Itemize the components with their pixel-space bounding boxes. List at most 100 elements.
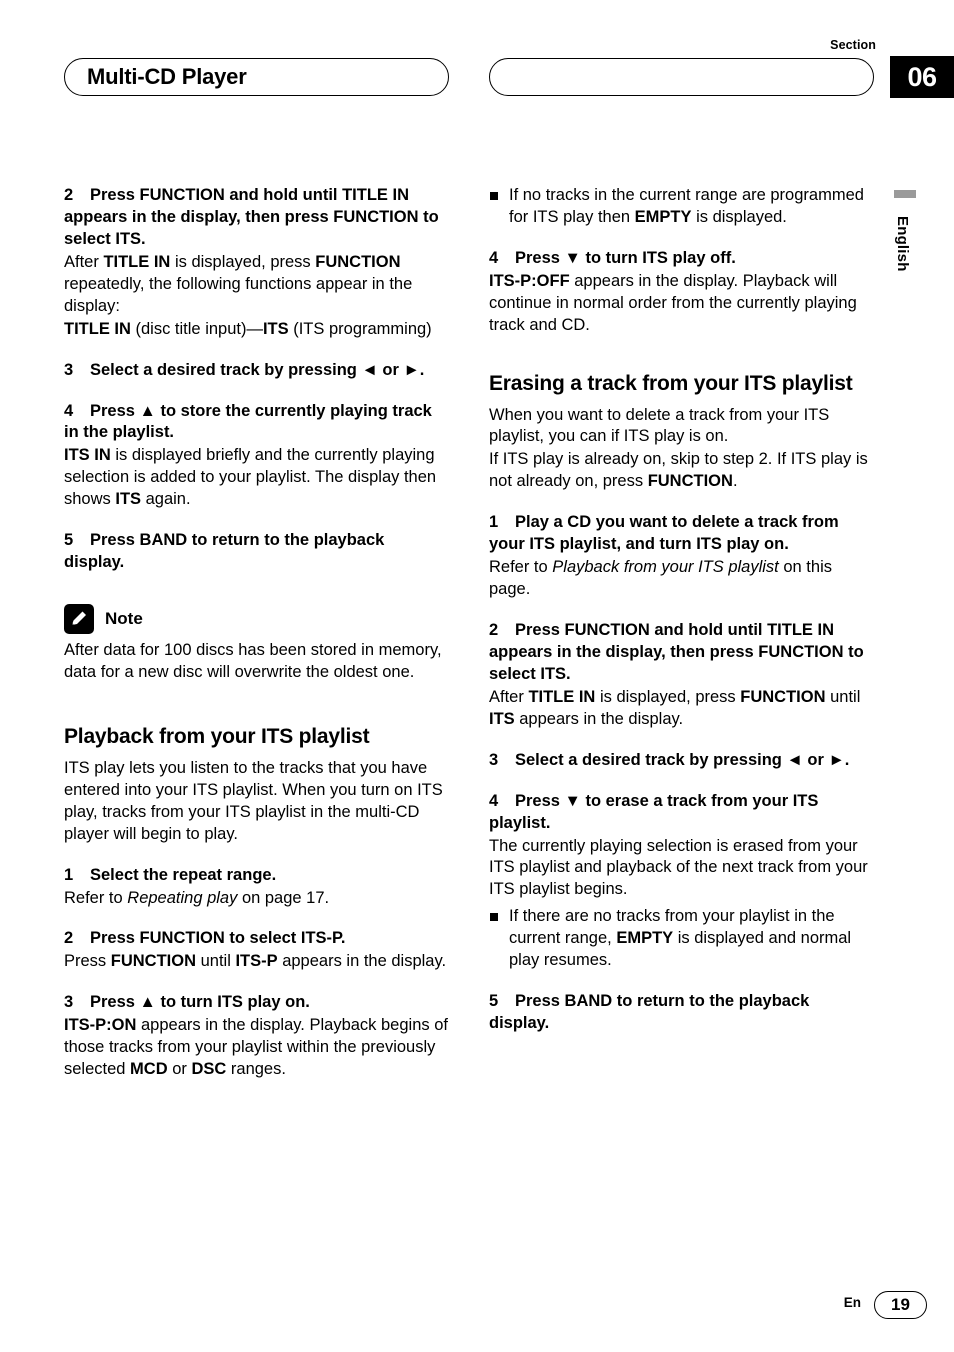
- t: until: [196, 952, 236, 971]
- erasing-intro-2: If ITS play is already on, skip to step …: [489, 449, 874, 493]
- erase-step-1-number: 1: [489, 513, 499, 532]
- t: appears in the display.: [514, 709, 684, 728]
- chapter-title-pill: Multi-CD Player: [64, 58, 449, 96]
- erase-step-3-number: 3: [489, 750, 499, 769]
- step-4-number: 4: [64, 401, 74, 420]
- t-bold: FUNCTION: [740, 687, 826, 706]
- bullet-empty-note: If no tracks in the current range are pr…: [489, 185, 874, 229]
- t: on page 17.: [237, 888, 330, 907]
- t-bold: ITS: [262, 319, 289, 338]
- step-2-heading: 2 Press FUNCTION and hold until TITLE IN …: [64, 185, 449, 251]
- erase-step-5-heading-text: Press BAND to return to the playback dis…: [489, 992, 810, 1033]
- t-bold: TITLE IN: [64, 319, 131, 338]
- erase-step-3-heading-text: Select a desired track by pressing ◄ or …: [515, 750, 850, 769]
- t-bold: ITS-P:OFF: [489, 271, 570, 290]
- t: Press: [64, 952, 111, 971]
- footer-language: En: [843, 1295, 861, 1310]
- playback-step-3-number: 3: [64, 993, 74, 1012]
- erase-step-4-body: The currently playing selection is erase…: [489, 836, 868, 899]
- r-step-4-number: 4: [489, 248, 499, 267]
- pencil-icon: [64, 604, 94, 635]
- step-4-heading-text: Press ▲ to store the currently playing t…: [64, 401, 432, 442]
- t-bold: TITLE IN: [528, 687, 596, 706]
- step-2-body-functions: TITLE IN (disc title input)—ITS (ITS pro…: [64, 319, 449, 341]
- erase-step-2-heading: 2 Press FUNCTION and hold until TITLE IN …: [489, 620, 874, 686]
- r-step-4-heading: 4 Press ▼ to turn ITS play off.: [489, 248, 874, 270]
- heading-erasing-a-track: Erasing a track from your ITS playlist: [489, 371, 853, 395]
- erase-step-4-heading: 4 Press ▼ to erase a track from your ITS …: [489, 791, 874, 835]
- t-bold: ITS IN: [64, 446, 111, 465]
- playback-intro: ITS play lets you listen to the tracks t…: [64, 758, 443, 843]
- playback-step-1-number: 1: [64, 865, 74, 884]
- t: (ITS programming): [288, 319, 432, 338]
- playback-step-2-heading-text: Press FUNCTION to select ITS-P.: [90, 929, 346, 948]
- t: again.: [141, 490, 191, 509]
- erasing-intro-1: When you want to delete a track from you…: [489, 405, 830, 446]
- t: or: [167, 1060, 192, 1079]
- playback-step-3-heading-text: Press ▲ to turn ITS play on.: [90, 993, 310, 1012]
- step-5-heading: 5 Press BAND to return to the playback di…: [64, 530, 449, 574]
- erase-step-4-heading-text: Press ▼ to erase a track from your ITS p…: [489, 791, 819, 832]
- t: After: [489, 687, 529, 706]
- t: .: [732, 472, 738, 491]
- t-bold: MCD: [130, 1060, 168, 1079]
- section-label: Section: [830, 38, 876, 52]
- erase-step-5-number: 5: [489, 992, 499, 1011]
- language-tab-label: English: [894, 216, 911, 272]
- title-pill-right-decoration: [489, 58, 874, 96]
- language-tab-bar: [894, 190, 916, 198]
- note-body: After data for 100 discs has been stored…: [64, 641, 442, 681]
- t: is displayed, press: [595, 687, 741, 706]
- erase-step-2-number: 2: [489, 621, 499, 639]
- playback-step-2-number: 2: [64, 929, 74, 948]
- step-2-number: 2: [64, 186, 74, 204]
- section-number-badge: 06: [890, 56, 954, 98]
- t: ranges.: [226, 1060, 286, 1079]
- t-italic: Repeating play: [127, 888, 238, 907]
- erase-bullet-empty-note: If there are no tracks from your playlis…: [489, 906, 874, 972]
- playback-step-1-heading-text: Select the repeat range.: [90, 865, 277, 884]
- t-bold: TITLE IN: [103, 252, 171, 271]
- t: (disc title input)—: [130, 319, 263, 338]
- erase-step-1-heading-text: Play a CD you want to delete a track fro…: [489, 513, 839, 554]
- page-number-badge: 19: [874, 1291, 927, 1319]
- heading-playback-from-its-playlist: Playback from your ITS playlist: [64, 724, 370, 748]
- r-step-4-body: ITS-P:OFF appears in the display. Playba…: [489, 271, 874, 337]
- note-label: Note: [105, 609, 143, 629]
- page-title: Multi-CD Player: [87, 64, 247, 89]
- t: is displayed, press: [170, 252, 316, 271]
- square-bullet-icon: [490, 913, 498, 922]
- t-italic: Playback from your ITS playlist: [552, 558, 779, 577]
- playback-step-1-body: Refer to Repeating play on page 17.: [64, 888, 449, 910]
- erase-step-5-heading: 5 Press BAND to return to the playback di…: [489, 991, 874, 1035]
- erase-step-1-heading: 1 Play a CD you want to delete a track fr…: [489, 512, 874, 556]
- left-column: 2 Press FUNCTION and hold until TITLE IN …: [64, 185, 449, 1081]
- playback-step-2-heading: 2 Press FUNCTION to select ITS-P.: [64, 928, 449, 950]
- t: until: [825, 687, 861, 706]
- t: repeatedly, the following functions appe…: [64, 274, 413, 315]
- language-tab: English: [894, 190, 916, 272]
- square-bullet-icon: [490, 192, 498, 200]
- t-bold: ITS: [115, 490, 142, 509]
- erase-step-2-heading-text: Press FUNCTION and hold until TITLE IN a…: [489, 621, 864, 683]
- playback-step-1-heading: 1 Select the repeat range.: [64, 865, 449, 887]
- step-5-heading-text: Press BAND to return to the playback dis…: [64, 531, 385, 572]
- erase-step-3-heading: 3 Select a desired track by pressing ◄ or…: [489, 750, 874, 772]
- t: appears in the display.: [277, 952, 447, 971]
- t-bold: ITS-P: [235, 952, 278, 971]
- t: After: [64, 252, 104, 271]
- erase-step-1-body: Refer to Playback from your ITS playlist…: [489, 557, 874, 601]
- r-step-4-heading-text: Press ▼ to turn ITS play off.: [515, 248, 736, 267]
- t-bold: ITS-P:ON: [64, 1016, 137, 1035]
- t-bold: ITS: [489, 709, 515, 728]
- step-2-body: After TITLE IN is displayed, press FUNCT…: [64, 252, 449, 318]
- step-3-number: 3: [64, 360, 74, 379]
- t-bold: FUNCTION: [647, 472, 733, 491]
- step-3-heading: 3 Select a desired track by pressing ◄ or…: [64, 360, 449, 382]
- step-2-heading-text: Press FUNCTION and hold until TITLE IN a…: [64, 186, 439, 248]
- t-bold: FUNCTION: [315, 252, 401, 271]
- right-column: If no tracks in the current range are pr…: [489, 185, 874, 1035]
- erase-step-4-number: 4: [489, 791, 499, 810]
- note-header: Note: [64, 604, 449, 635]
- t-bold: EMPTY: [634, 207, 692, 226]
